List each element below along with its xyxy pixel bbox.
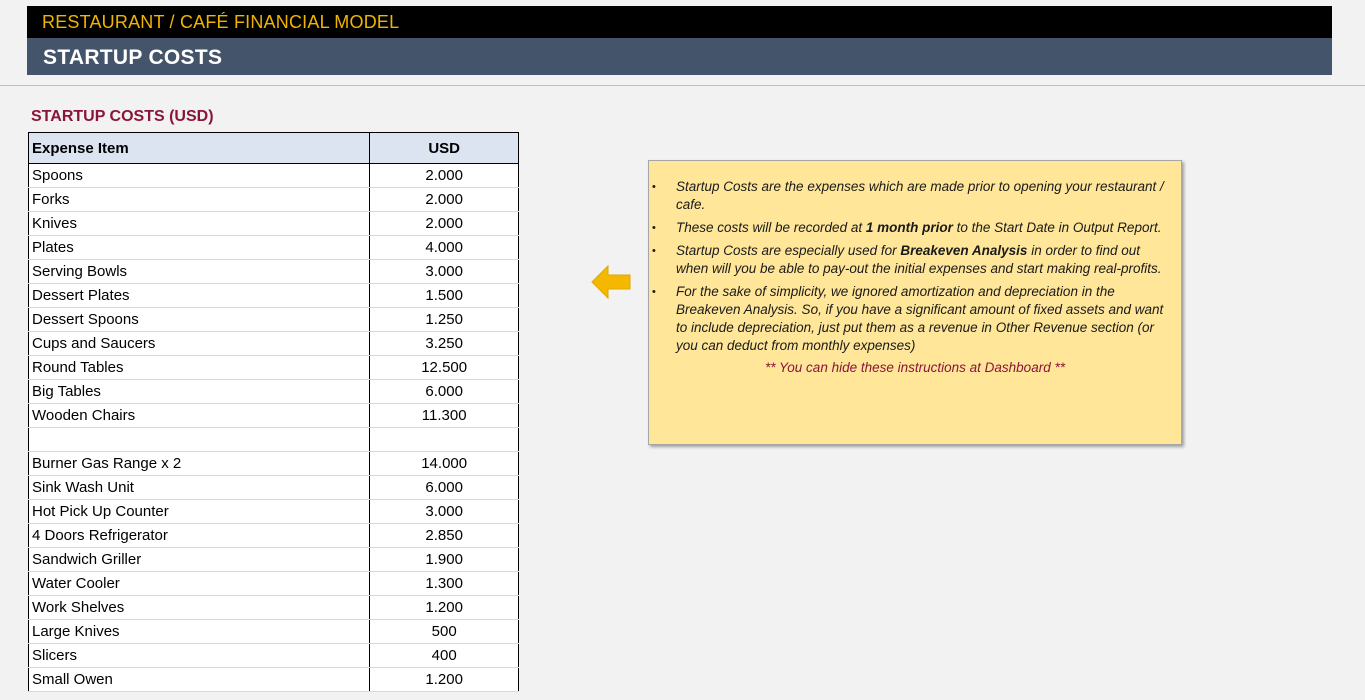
expense-item-cell[interactable]: Sink Wash Unit [27, 475, 371, 500]
usd-value-cell[interactable]: 6.000 [369, 475, 519, 500]
instruction-text: to the Start Date in Output Report. [952, 220, 1162, 235]
usd-value-cell[interactable]: 500 [369, 619, 519, 644]
table-body: Spoons 2.000 Forks 2.000 Knives 2.000 Plates 4.… [27, 163, 519, 692]
bullet-icon: • [652, 222, 656, 234]
startup-costs-table: Expense Item USD Spoons 2.000 Forks 2.000 Kn… [27, 132, 519, 692]
sheet-title-bar: STARTUP COSTS [27, 38, 1332, 75]
expense-item-cell[interactable]: Dessert Plates [27, 283, 371, 308]
instruction-emphasis: 1 month prior [865, 220, 953, 235]
instruction-text: These costs will be recorded at [676, 220, 866, 235]
table-row: Small Owen 1.200 [27, 667, 519, 692]
table-row: Serving Bowls 3.000 [27, 259, 519, 284]
usd-value-cell[interactable]: 400 [369, 643, 519, 668]
table-row: Hot Pick Up Counter 3.000 [27, 499, 519, 524]
usd-value-cell[interactable]: 2.000 [369, 163, 519, 188]
table-row: Plates 4.000 [27, 235, 519, 260]
instruction-emphasis: Breakeven Analysis [900, 243, 1028, 258]
expense-item-cell[interactable]: Spoons [27, 163, 371, 188]
table-row: Work Shelves 1.200 [27, 595, 519, 620]
expense-item-cell[interactable]: Round Tables [27, 355, 371, 380]
usd-value-cell[interactable]: 1.200 [369, 595, 519, 620]
table-row: Sandwich Griller 1.900 [27, 547, 519, 572]
table-row: Large Knives 500 [27, 619, 519, 644]
usd-value-cell[interactable]: 2.000 [369, 187, 519, 212]
expense-item-cell[interactable]: Big Tables [27, 379, 371, 404]
usd-value-cell[interactable]: 1.250 [369, 307, 519, 332]
instruction-item: • Startup Costs are the expenses which a… [652, 178, 1167, 214]
usd-value-cell[interactable]: 12.500 [369, 355, 519, 380]
column-header-expense-item[interactable]: Expense Item [27, 132, 371, 164]
usd-value-cell[interactable]: 11.300 [369, 403, 519, 428]
expense-item-cell[interactable]: Wooden Chairs [27, 403, 371, 428]
table-row: Dessert Spoons 1.250 [27, 307, 519, 332]
instruction-item: • For the sake of simplicity, we ignored… [652, 283, 1167, 355]
expense-item-cell[interactable]: Small Owen [27, 667, 371, 692]
table-row: Burner Gas Range x 2 14.000 [27, 451, 519, 476]
expense-item-cell[interactable]: Burner Gas Range x 2 [27, 451, 371, 476]
table-row: Slicers 400 [27, 643, 519, 668]
expense-item-cell[interactable]: Work Shelves [27, 595, 371, 620]
app-title: RESTAURANT / CAFÉ FINANCIAL MODEL [42, 12, 400, 32]
usd-value-cell[interactable]: 1.300 [369, 571, 519, 596]
app-title-bar: RESTAURANT / CAFÉ FINANCIAL MODEL [27, 6, 1332, 38]
instructions-note: • Startup Costs are the expenses which a… [648, 160, 1182, 445]
instruction-item: • Startup Costs are especially used for … [652, 242, 1167, 278]
usd-value-cell[interactable]: 4.000 [369, 235, 519, 260]
instructions-list: • Startup Costs are the expenses which a… [649, 161, 1181, 355]
usd-value-cell[interactable]: 14.000 [369, 451, 519, 476]
bullet-icon: • [652, 286, 656, 298]
table-row: Cups and Saucers 3.250 [27, 331, 519, 356]
header-divider [0, 85, 1365, 86]
table-row: Knives 2.000 [27, 211, 519, 236]
usd-value-cell[interactable]: 3.250 [369, 331, 519, 356]
arrow-left-icon [591, 264, 631, 300]
instruction-text: For the sake of simplicity, we ignored a… [676, 284, 1164, 353]
usd-value-cell[interactable]: 1.900 [369, 547, 519, 572]
instructions-footer: ** You can hide these instructions at Da… [765, 360, 1065, 375]
usd-value-cell[interactable]: 3.000 [369, 499, 519, 524]
expense-item-cell[interactable]: Water Cooler [27, 571, 371, 596]
expense-item-cell[interactable]: Knives [27, 211, 371, 236]
expense-item-cell[interactable]: Large Knives [27, 619, 371, 644]
expense-item-cell[interactable]: Hot Pick Up Counter [27, 499, 371, 524]
table-row: Sink Wash Unit 6.000 [27, 475, 519, 500]
table-header-row: Expense Item USD [27, 132, 519, 164]
expense-item-cell[interactable]: 4 Doors Refrigerator [27, 523, 371, 548]
instruction-text: Startup Costs are the expenses which are… [676, 179, 1164, 212]
expense-item-cell[interactable]: Slicers [27, 643, 371, 668]
section-title: STARTUP COSTS (USD) [31, 108, 214, 125]
table-row: Round Tables 12.500 [27, 355, 519, 380]
usd-value-cell[interactable]: 1.500 [369, 283, 519, 308]
bullet-icon: • [652, 245, 656, 257]
expense-item-cell[interactable]: Cups and Saucers [27, 331, 371, 356]
instruction-text: Startup Costs are especially used for [676, 243, 901, 258]
instruction-item: • These costs will be recorded at 1 mont… [652, 219, 1167, 237]
sheet-title: STARTUP COSTS [43, 46, 223, 69]
expense-item-cell[interactable]: Sandwich Griller [27, 547, 371, 572]
table-row: Water Cooler 1.300 [27, 571, 519, 596]
usd-value-cell[interactable]: 6.000 [369, 379, 519, 404]
table-row: Forks 2.000 [27, 187, 519, 212]
usd-value-cell[interactable]: 2.000 [369, 211, 519, 236]
table-row: Wooden Chairs 11.300 [27, 403, 519, 428]
expense-item-cell[interactable]: Serving Bowls [27, 259, 371, 284]
usd-value-cell[interactable]: 1.200 [369, 667, 519, 692]
table-row: Big Tables 6.000 [27, 379, 519, 404]
expense-item-cell[interactable]: Dessert Spoons [27, 307, 371, 332]
usd-value-cell[interactable]: 3.000 [369, 259, 519, 284]
expense-item-cell[interactable]: Plates [27, 235, 371, 260]
column-header-usd[interactable]: USD [369, 132, 519, 164]
expense-item-cell[interactable]: Forks [27, 187, 371, 212]
bullet-icon: • [652, 181, 656, 193]
table-row: Spoons 2.000 [27, 163, 519, 188]
usd-value-cell[interactable]: 2.850 [369, 523, 519, 548]
expense-item-cell[interactable] [27, 427, 371, 452]
table-row: Dessert Plates 1.500 [27, 283, 519, 308]
usd-value-cell[interactable] [369, 427, 519, 452]
table-row [27, 427, 519, 452]
table-row: 4 Doors Refrigerator 2.850 [27, 523, 519, 548]
